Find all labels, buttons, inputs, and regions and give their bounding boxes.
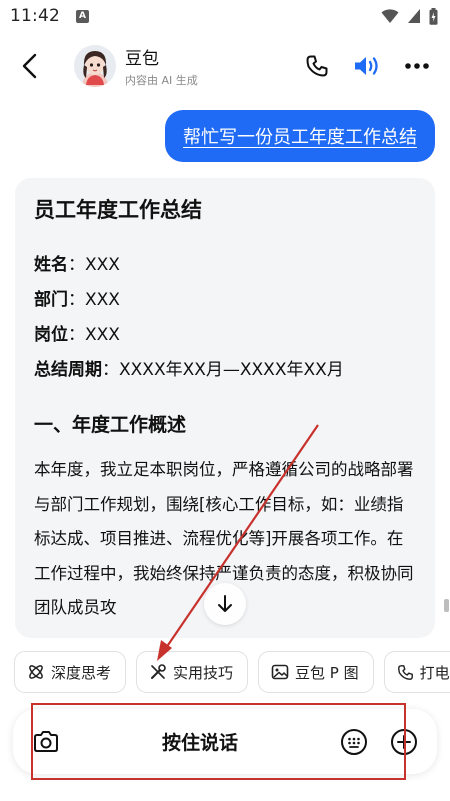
status-indicators [381,7,438,25]
annotation-highlight-box [31,703,406,780]
bot-name: 豆包 [125,49,159,69]
field-label: 部门 [34,290,68,310]
image-edit-icon [271,664,289,680]
info-row-position: 岗位：XXX [34,318,417,353]
field-value: ：XXX [68,325,120,345]
avatar[interactable] [74,45,116,87]
ai-response-card[interactable]: 员工年度工作总结 姓名：XXX 部门：XXX 岗位：XXX 总结周期：XXXX年… [15,178,435,638]
chevron-left-icon [22,53,37,79]
wifi-icon [381,9,399,23]
chip-label: 深度思考 [51,663,112,682]
phone-icon [397,664,413,680]
field-label: 姓名 [34,255,68,275]
read-aloud-button[interactable] [342,41,392,91]
ai-generated-note: 内容由 AI 生成 [125,74,198,87]
more-dots-icon [405,63,429,69]
field-label: 总结周期 [34,360,102,380]
chat-header: 豆包 内容由 AI 生成 [0,38,450,94]
info-row-department: 部门：XXX [34,283,417,318]
field-label: 岗位 [34,325,68,345]
back-button[interactable] [2,38,58,94]
atom-icon [29,665,43,679]
chat-title-block: 豆包 内容由 AI 生成 [125,44,198,88]
phone-icon [306,55,328,77]
info-row-name: 姓名：XXX [34,248,417,283]
chip-practical-tips[interactable]: 实用技巧 [136,651,249,693]
chip-label: 豆包 P 图 [295,663,359,682]
info-row-period: 总结周期：XXXX年XX月—XXXX年XX月 [34,353,417,388]
voice-call-button[interactable] [292,41,342,91]
field-value: ：XXXX年XX月—XXXX年XX月 [102,360,344,380]
status-time: 11:42 [10,6,60,26]
more-options-button[interactable] [392,41,442,91]
battery-icon [429,7,438,25]
signal-icon [408,9,420,23]
field-value: ：XXX [68,255,120,275]
field-value: ：XXX [68,290,120,310]
header-actions [292,41,450,91]
suggestion-chips: 深度思考 实用技巧 豆包 P 图 打电 [14,651,450,693]
chip-doubao-image-edit[interactable]: 豆包 P 图 [258,651,374,693]
scrollbar-thumb[interactable] [444,599,449,612]
scroll-to-bottom-button[interactable] [204,583,246,625]
status-bar: 11:42 A [0,0,450,32]
chip-label: 实用技巧 [173,663,234,682]
user-message-bubble[interactable]: 帮忙写一份员工年度工作总结 [165,110,435,162]
tools-icon [151,664,166,679]
notification-app-icon: A [76,9,89,23]
section-heading: 一、年度工作概述 [34,414,187,436]
chip-phone-call[interactable]: 打电 [383,651,450,693]
info-list: 姓名：XXX 部门：XXX 岗位：XXX 总结周期：XXXX年XX月—XXXX年… [34,248,417,388]
speaker-icon [355,57,378,75]
arrow-down-icon [218,595,232,612]
doubao-avatar-icon [74,45,116,87]
chip-deep-thinking[interactable]: 深度思考 [14,651,127,693]
chip-label: 打电 [419,663,450,682]
document-title: 员工年度工作总结 [34,198,202,222]
